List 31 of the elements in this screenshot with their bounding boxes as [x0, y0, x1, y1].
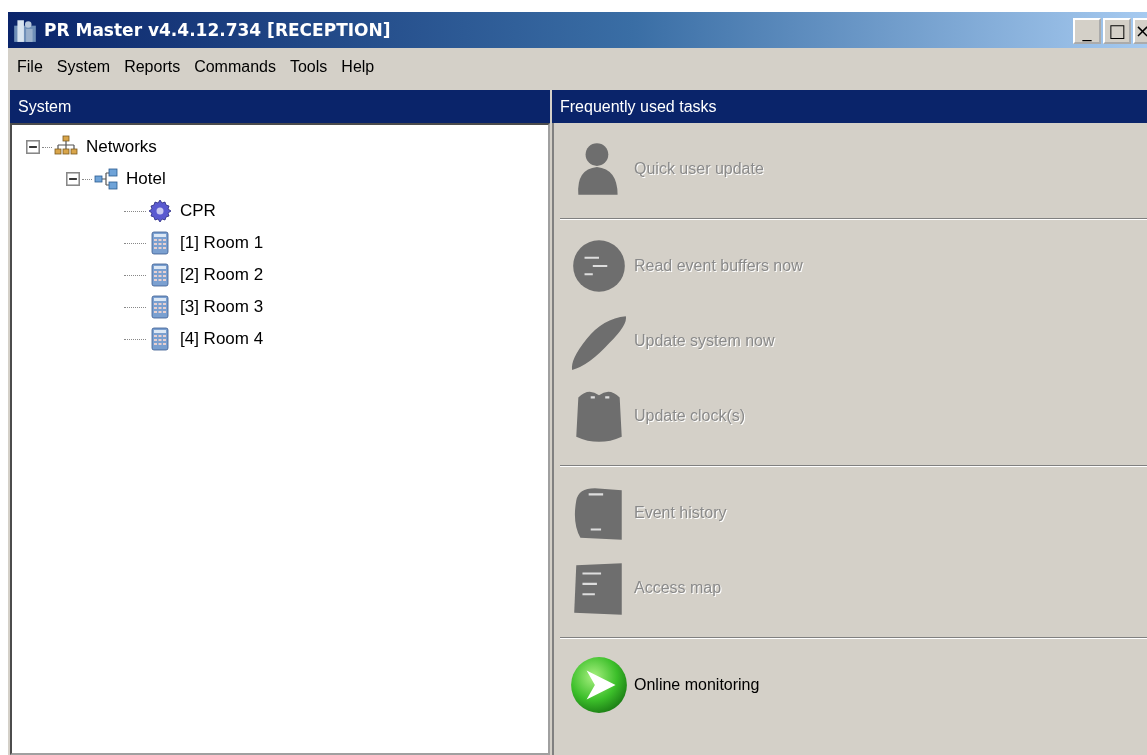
- network-nodes-icon: [94, 167, 118, 191]
- menu-item[interactable]: Tools: [282, 58, 335, 76]
- menu-item[interactable]: File: [10, 58, 50, 76]
- window-title: PR Master v4.4.12.734 [RECEPTION]: [44, 20, 391, 40]
- tree-item[interactable]: [3] Room 3: [180, 297, 264, 317]
- menu-item[interactable]: Help: [334, 58, 382, 76]
- gear-icon: [148, 199, 172, 223]
- tree-item[interactable]: Hotel: [126, 169, 166, 189]
- minus-icon: [26, 140, 40, 154]
- menu-item[interactable]: System: [49, 58, 118, 76]
- app-icon: [12, 17, 38, 43]
- collapse-toggle[interactable]: [66, 172, 80, 186]
- keypad-icon: [148, 263, 172, 287]
- tree-item[interactable]: [1] Room 1: [180, 233, 264, 253]
- tree-item[interactable]: [2] Room 2: [180, 265, 264, 285]
- keypad-icon: [148, 295, 172, 319]
- panel-header: System: [10, 90, 550, 123]
- panel-header: Frequently used tasks: [552, 90, 1147, 123]
- keypad-icon: [148, 327, 172, 351]
- menu-item[interactable]: Commands: [187, 58, 283, 76]
- tree-item[interactable]: Networks: [86, 137, 157, 157]
- maximize-button[interactable]: □: [1103, 18, 1131, 44]
- task-link[interactable]: Online monitoring: [634, 675, 760, 694]
- collapse-toggle[interactable]: [26, 140, 40, 154]
- minus-icon: [66, 172, 80, 186]
- keypad-icon: [148, 231, 172, 255]
- minimize-button[interactable]: _: [1073, 18, 1101, 44]
- tree-item[interactable]: [4] Room 4: [180, 329, 264, 349]
- menu-item[interactable]: Reports: [117, 58, 188, 76]
- close-button[interactable]: ×: [1133, 18, 1147, 44]
- tree-item[interactable]: CPR: [180, 201, 216, 221]
